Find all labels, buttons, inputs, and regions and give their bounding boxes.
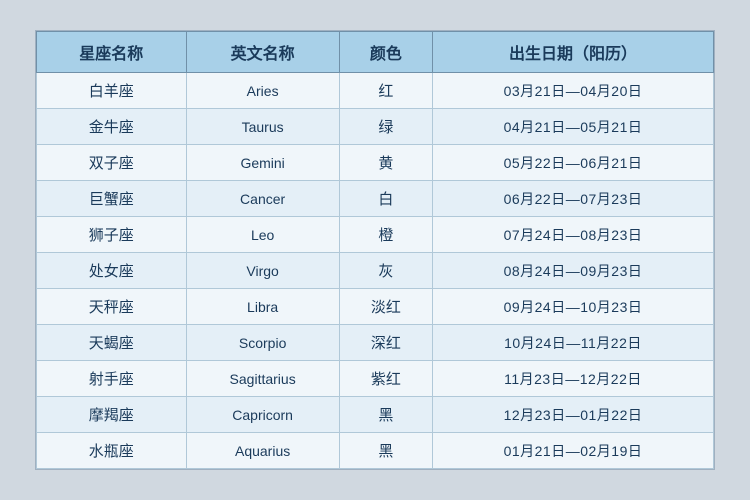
cell-chinese-name: 双子座 [37, 145, 187, 181]
cell-color: 黑 [339, 433, 432, 469]
table-row: 巨蟹座Cancer白06月22日—07月23日 [37, 181, 714, 217]
cell-chinese-name: 天蝎座 [37, 325, 187, 361]
cell-english-name: Sagittarius [186, 361, 339, 397]
cell-chinese-name: 处女座 [37, 253, 187, 289]
cell-english-name: Gemini [186, 145, 339, 181]
cell-color: 深红 [339, 325, 432, 361]
cell-dates: 04月21日—05月21日 [432, 109, 713, 145]
header-chinese-name: 星座名称 [37, 32, 187, 73]
cell-dates: 05月22日—06月21日 [432, 145, 713, 181]
cell-chinese-name: 水瓶座 [37, 433, 187, 469]
cell-english-name: Scorpio [186, 325, 339, 361]
table-row: 双子座Gemini黄05月22日—06月21日 [37, 145, 714, 181]
header-english-name: 英文名称 [186, 32, 339, 73]
table-row: 水瓶座Aquarius黑01月21日—02月19日 [37, 433, 714, 469]
cell-dates: 09月24日—10月23日 [432, 289, 713, 325]
table-row: 金牛座Taurus绿04月21日—05月21日 [37, 109, 714, 145]
table-row: 狮子座Leo橙07月24日—08月23日 [37, 217, 714, 253]
cell-chinese-name: 巨蟹座 [37, 181, 187, 217]
cell-color: 紫红 [339, 361, 432, 397]
cell-english-name: Leo [186, 217, 339, 253]
cell-chinese-name: 摩羯座 [37, 397, 187, 433]
cell-english-name: Aries [186, 73, 339, 109]
header-color: 颜色 [339, 32, 432, 73]
cell-dates: 08月24日—09月23日 [432, 253, 713, 289]
cell-english-name: Cancer [186, 181, 339, 217]
table-body: 白羊座Aries红03月21日—04月20日金牛座Taurus绿04月21日—0… [37, 73, 714, 469]
zodiac-table-container: 星座名称 英文名称 颜色 出生日期（阳历） 白羊座Aries红03月21日—04… [35, 30, 715, 470]
header-dates: 出生日期（阳历） [432, 32, 713, 73]
cell-dates: 07月24日—08月23日 [432, 217, 713, 253]
cell-chinese-name: 射手座 [37, 361, 187, 397]
cell-color: 黑 [339, 397, 432, 433]
cell-color: 白 [339, 181, 432, 217]
table-row: 天蝎座Scorpio深红10月24日—11月22日 [37, 325, 714, 361]
cell-color: 黄 [339, 145, 432, 181]
cell-color: 淡红 [339, 289, 432, 325]
cell-chinese-name: 狮子座 [37, 217, 187, 253]
cell-dates: 12月23日—01月22日 [432, 397, 713, 433]
cell-chinese-name: 天秤座 [37, 289, 187, 325]
table-row: 摩羯座Capricorn黑12月23日—01月22日 [37, 397, 714, 433]
table-row: 射手座Sagittarius紫红11月23日—12月22日 [37, 361, 714, 397]
cell-color: 橙 [339, 217, 432, 253]
zodiac-table: 星座名称 英文名称 颜色 出生日期（阳历） 白羊座Aries红03月21日—04… [36, 31, 714, 469]
cell-dates: 03月21日—04月20日 [432, 73, 713, 109]
cell-english-name: Libra [186, 289, 339, 325]
cell-dates: 06月22日—07月23日 [432, 181, 713, 217]
cell-english-name: Virgo [186, 253, 339, 289]
table-header-row: 星座名称 英文名称 颜色 出生日期（阳历） [37, 32, 714, 73]
cell-dates: 01月21日—02月19日 [432, 433, 713, 469]
cell-color: 绿 [339, 109, 432, 145]
cell-chinese-name: 金牛座 [37, 109, 187, 145]
cell-color: 红 [339, 73, 432, 109]
cell-dates: 11月23日—12月22日 [432, 361, 713, 397]
cell-chinese-name: 白羊座 [37, 73, 187, 109]
cell-english-name: Taurus [186, 109, 339, 145]
cell-color: 灰 [339, 253, 432, 289]
cell-dates: 10月24日—11月22日 [432, 325, 713, 361]
table-row: 天秤座Libra淡红09月24日—10月23日 [37, 289, 714, 325]
cell-english-name: Capricorn [186, 397, 339, 433]
cell-english-name: Aquarius [186, 433, 339, 469]
table-row: 处女座Virgo灰08月24日—09月23日 [37, 253, 714, 289]
table-row: 白羊座Aries红03月21日—04月20日 [37, 73, 714, 109]
